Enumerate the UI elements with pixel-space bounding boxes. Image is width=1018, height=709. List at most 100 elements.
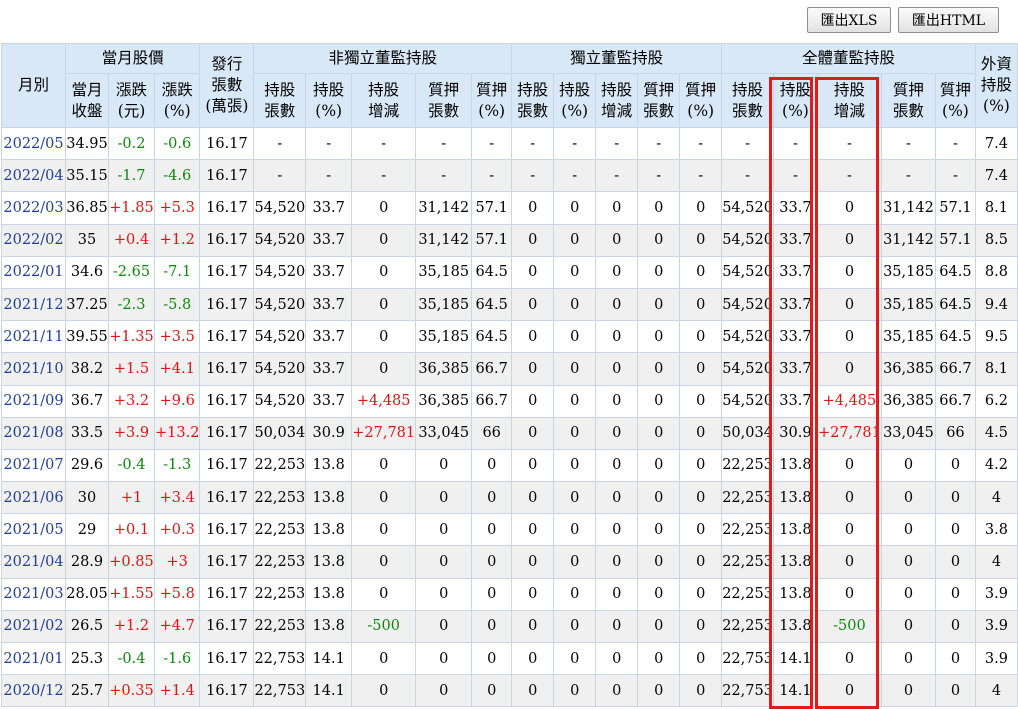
table-cell: 66.7 [934, 352, 976, 386]
table-cell: 0 [679, 384, 723, 418]
table-cell: 57.1 [471, 191, 513, 225]
table-cell: 0 [351, 223, 417, 257]
table-cell: +9.6 [153, 384, 201, 418]
table-cell: 0 [351, 448, 417, 483]
month-link[interactable]: 2021/02 [3, 618, 63, 634]
month-link[interactable]: 2021/04 [3, 554, 63, 570]
table-cell: 0 [637, 448, 681, 483]
table-cell: 0 [511, 384, 555, 418]
table-cell: 0 [637, 481, 681, 515]
table-cell: +3 [153, 545, 201, 579]
table-row: 2022/03 36.85 +1.85 +5.3 16.17 54,520 33.7 0 31,… [1, 191, 1018, 225]
month-link[interactable]: 2021/07 [3, 457, 63, 473]
table-cell: 0 [553, 674, 597, 708]
table-cell: 22,253 [253, 609, 307, 644]
month-link[interactable]: 2022/01 [3, 264, 63, 280]
table-cell: -0.2 [108, 126, 155, 161]
table-cell: 0 [637, 674, 681, 708]
table-cell: 0 [595, 287, 639, 322]
table-cell: 13.8 [772, 609, 818, 644]
month-link[interactable]: 2022/05 [3, 136, 63, 152]
table-cell: 6.2 [974, 384, 1018, 418]
table-cell: 35,185 [415, 320, 473, 354]
table-cell: 0 [415, 481, 473, 515]
table-cell: 31,142 [880, 223, 936, 257]
table-cell: - [637, 126, 681, 161]
table-cell: 31,142 [415, 223, 473, 257]
table-cell: - [721, 159, 774, 193]
table-cell: 0 [351, 191, 417, 225]
table-cell: 30.9 [772, 416, 818, 450]
table-cell: 22,253 [721, 545, 774, 579]
table-cell: 0 [471, 609, 513, 644]
table-cell: 33.7 [305, 320, 353, 354]
month-link[interactable]: 2021/12 [3, 297, 63, 313]
table-cell: 0 [415, 577, 473, 611]
table-cell: -0.4 [108, 641, 155, 676]
table-cell: 0 [637, 255, 681, 289]
month-link[interactable]: 2021/09 [3, 393, 63, 409]
table-cell: 22,253 [253, 513, 307, 547]
table-cell: 8.1 [974, 352, 1018, 386]
export-xls-button[interactable]: 匯出XLS [807, 7, 891, 33]
month-cell: 2021/07 [1, 448, 66, 483]
month-link[interactable]: 2022/02 [3, 232, 63, 248]
table-cell: 33,045 [880, 416, 936, 450]
table-cell: 4.5 [974, 416, 1018, 450]
export-html-button[interactable]: 匯出HTML [898, 7, 999, 33]
table-cell: - [816, 126, 882, 161]
table-cell: 0 [471, 513, 513, 547]
table-cell: 16.17 [199, 255, 255, 289]
table-cell: +1.4 [153, 674, 201, 708]
month-link[interactable]: 2021/03 [3, 586, 63, 602]
table-cell: 22,253 [253, 545, 307, 579]
table-cell: 36,385 [415, 384, 473, 418]
month-link[interactable]: 2020/12 [3, 683, 63, 699]
subheader-ind-holding-shares: 持股 張數 [511, 73, 555, 128]
table-cell: 0 [816, 448, 882, 483]
subheader-all-pledged-pct: 質押 (%) [934, 73, 976, 128]
table-cell: 0 [553, 384, 597, 418]
table-row: 2021/07 29.6 -0.4 -1.3 16.17 22,253 13.8 0 0 0 0 0 0… [1, 448, 1018, 483]
table-cell: 54,520 [721, 320, 774, 354]
table-cell: 0 [511, 577, 555, 611]
table-cell: 22,253 [721, 513, 774, 547]
table-cell: 0 [553, 255, 597, 289]
month-link[interactable]: 2022/04 [3, 168, 63, 184]
month-link[interactable]: 2021/05 [3, 522, 63, 538]
table-cell: 22,253 [253, 481, 307, 515]
table-cell: 54,520 [253, 255, 307, 289]
table-cell: 39.55 [65, 320, 109, 354]
table-cell: 54,520 [721, 191, 774, 225]
table-cell: 9.4 [974, 287, 1018, 322]
table-cell: 35,185 [415, 287, 473, 322]
month-link[interactable]: 2021/06 [3, 490, 63, 506]
table-cell: 0 [679, 577, 723, 611]
month-link[interactable]: 2021/08 [3, 425, 63, 441]
table-cell: 0 [880, 481, 936, 515]
table-cell: 35,185 [880, 320, 936, 354]
subheader-nonind-holding-pct: 持股 (%) [305, 73, 353, 128]
month-link[interactable]: 2021/10 [3, 361, 63, 377]
table-cell: 0 [934, 641, 976, 676]
month-cell: 2022/05 [1, 126, 66, 161]
table-cell: 0 [511, 191, 555, 225]
table-cell: - [553, 126, 597, 161]
month-link[interactable]: 2022/03 [3, 200, 63, 216]
table-cell: 0 [816, 352, 882, 386]
table-cell: - [880, 126, 936, 161]
table-cell: 0 [934, 545, 976, 579]
month-link[interactable]: 2021/11 [3, 329, 63, 345]
table-cell: 33.5 [65, 416, 109, 450]
table-cell: - [471, 159, 513, 193]
table-cell: 64.5 [934, 320, 976, 354]
month-link[interactable]: 2021/01 [3, 651, 63, 667]
table-cell: 0 [637, 513, 681, 547]
table-cell: - [679, 126, 723, 161]
month-cell: 2022/03 [1, 191, 66, 225]
table-cell: 0 [553, 352, 597, 386]
table-cell: 0 [553, 609, 597, 644]
table-cell: 0 [471, 481, 513, 515]
table-cell: - [934, 159, 976, 193]
table-cell: 35 [65, 223, 109, 257]
